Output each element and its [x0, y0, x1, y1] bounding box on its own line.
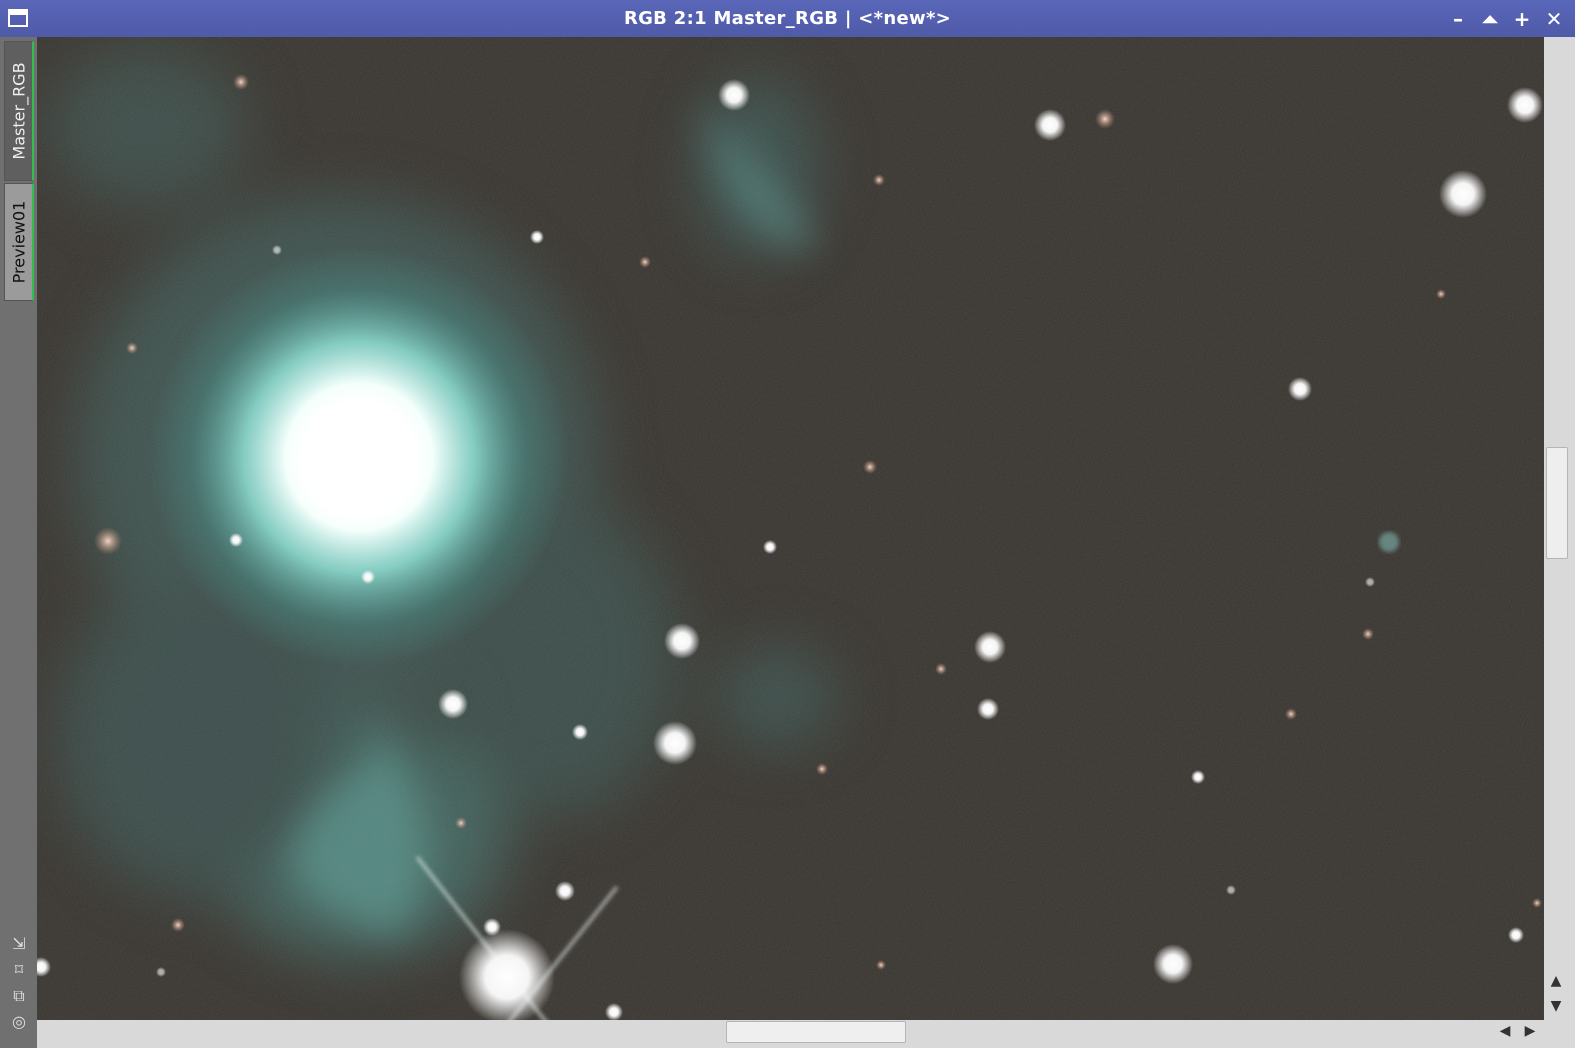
- scroll-up-icon[interactable]: ▲: [1548, 973, 1564, 989]
- shade-button[interactable]: ⏶: [1479, 8, 1501, 30]
- vertical-scroll-thumb[interactable]: [1546, 447, 1568, 559]
- fit-view-icon[interactable]: ⇲: [10, 935, 28, 953]
- scroll-right-icon[interactable]: ▶: [1522, 1023, 1538, 1039]
- image-window: RGB 2:1 Master_RGB | <*new*> – ⏶ + ✕ Mas…: [0, 0, 1575, 1048]
- close-button[interactable]: ✕: [1543, 8, 1565, 30]
- title-bar[interactable]: RGB 2:1 Master_RGB | <*new*> – ⏶ + ✕: [0, 0, 1575, 37]
- image-canvas[interactable]: [37, 37, 1544, 1020]
- zoom-frame-icon[interactable]: ⌑: [10, 961, 28, 979]
- window-controls: – ⏶ + ✕: [1447, 0, 1565, 37]
- horizontal-scrollbar[interactable]: ◀ ▶: [37, 1020, 1575, 1048]
- star-field-image: [37, 37, 1544, 1020]
- scroll-left-icon[interactable]: ◀: [1497, 1023, 1513, 1039]
- view-tab-sidebar: Master_RGB Preview01 ⇲ ⌑ ⧉ ◎: [0, 37, 37, 1048]
- scroll-down-icon[interactable]: ▼: [1548, 998, 1564, 1014]
- tab-label: Master_RGB: [9, 62, 28, 160]
- minimize-button[interactable]: –: [1447, 8, 1469, 30]
- clone-view-icon[interactable]: ⧉: [10, 987, 28, 1005]
- tab-master-rgb[interactable]: Master_RGB: [4, 41, 34, 181]
- horizontal-scroll-thumb[interactable]: [726, 1021, 906, 1043]
- target-icon[interactable]: ◎: [10, 1013, 28, 1031]
- tab-preview01[interactable]: Preview01: [4, 183, 34, 301]
- maximize-button[interactable]: +: [1511, 8, 1533, 30]
- vertical-scrollbar[interactable]: ▲ ▼: [1544, 37, 1575, 1020]
- tab-label: Preview01: [9, 200, 28, 284]
- window-title: RGB 2:1 Master_RGB | <*new*>: [623, 8, 952, 29]
